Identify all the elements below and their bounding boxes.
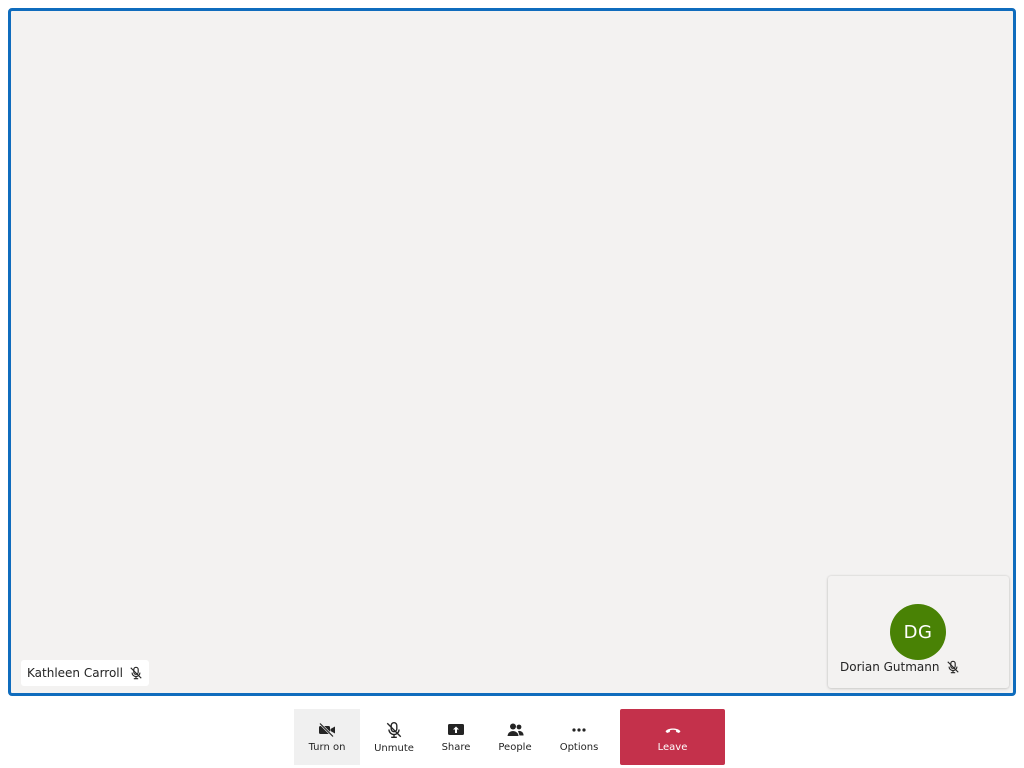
self-view-tile: DG Dorian Gutmann xyxy=(828,576,1009,688)
mic-off-icon xyxy=(129,666,143,680)
call-toolbar: Turn on Unmute Share People Options Leav… xyxy=(294,709,725,765)
main-participant-name: Kathleen Carroll xyxy=(27,666,123,680)
avatar-initials: DG xyxy=(903,621,933,643)
people-icon xyxy=(506,722,524,738)
main-participant-name-tag: Kathleen Carroll xyxy=(21,660,149,686)
self-view-name-tag: Dorian Gutmann xyxy=(840,660,960,674)
camera-off-icon xyxy=(318,722,336,738)
mic-toggle-button[interactable]: Unmute xyxy=(360,709,428,765)
people-label: People xyxy=(498,741,532,753)
mic-off-icon xyxy=(385,721,403,739)
share-label: Share xyxy=(441,741,471,753)
camera-toggle-button[interactable]: Turn on xyxy=(294,709,360,765)
leave-label: Leave xyxy=(657,741,688,753)
self-view-name: Dorian Gutmann xyxy=(840,660,940,674)
camera-toggle-label: Turn on xyxy=(308,741,346,753)
avatar: DG xyxy=(890,604,946,660)
options-label: Options xyxy=(559,741,599,753)
options-button[interactable]: Options xyxy=(546,709,612,765)
share-screen-icon xyxy=(447,722,465,738)
share-button[interactable]: Share xyxy=(428,709,484,765)
main-video-stage: Kathleen Carroll DG Dorian Gutmann xyxy=(8,8,1016,696)
leave-call-button[interactable]: Leave xyxy=(620,709,725,765)
people-button[interactable]: People xyxy=(484,709,546,765)
hang-up-icon xyxy=(664,722,682,738)
mic-toggle-label: Unmute xyxy=(374,742,414,754)
more-icon xyxy=(570,722,588,738)
mic-off-icon xyxy=(946,660,960,674)
